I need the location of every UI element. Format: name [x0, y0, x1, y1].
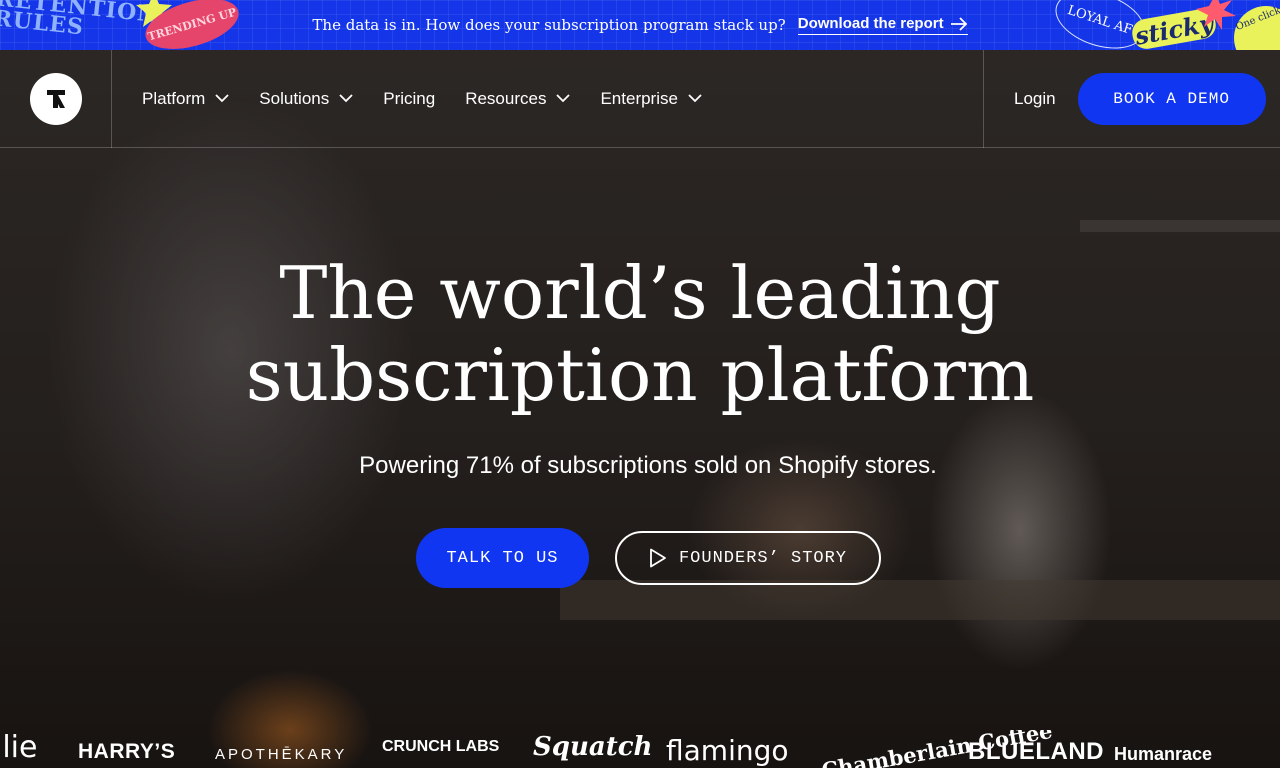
chevron-down-icon: [688, 94, 702, 103]
talk-to-us-button[interactable]: TALK TO US: [416, 528, 589, 588]
founders-story-label: FOUNDERS’ STORY: [678, 548, 848, 568]
arrow-right-icon: [950, 16, 967, 31]
play-icon: [650, 548, 666, 568]
brand-logo-apothekary: APOTHĒKARY: [215, 746, 348, 763]
nav-item-resources[interactable]: Resources: [465, 88, 571, 109]
recharge-logo-icon: [46, 89, 65, 108]
nav-item-label: Resources: [465, 88, 547, 108]
announcement-banner: RETENTION RULES TRENDING UP The data is …: [0, 0, 1280, 50]
nav-item-label: Enterprise: [600, 88, 678, 108]
brand-logo-humanrace: Humanrace: [1114, 744, 1213, 764]
nav-item-platform[interactable]: Platform: [142, 89, 229, 109]
brand-logo-harrys: HARRY’S: [78, 740, 176, 763]
nav-item-solutions[interactable]: Solutions: [259, 89, 353, 109]
brand-logo-crunch-labs: CRUNCH LABS: [382, 738, 500, 755]
login-link[interactable]: Login: [1014, 89, 1056, 109]
main-nav: Platform Solutions Pricing Resources Ent…: [0, 49, 1280, 148]
hero-subheadline: Powering 71% of subscriptions sold on Sh…: [359, 452, 937, 479]
nav-menu: Platform Solutions Pricing Resources Ent…: [142, 89, 732, 109]
brand-logo-blueland: BLUELAND: [968, 738, 1104, 765]
hero-headline: The world’s leading subscription platfor…: [0, 252, 1280, 416]
banner-message: The data is in. How does your subscripti…: [312, 16, 786, 34]
nav-item-label: Solutions: [259, 88, 330, 108]
retention-rules-sticker: RETENTION RULES: [0, 0, 160, 41]
download-report-label: Download the report: [797, 15, 944, 32]
brand-logo-flamingo: flamingo: [666, 734, 789, 767]
nav-item-enterprise[interactable]: Enterprise: [600, 88, 702, 109]
headline-line-1: The world’s leading: [279, 251, 1001, 335]
chevron-down-icon: [556, 94, 571, 103]
brand-logo-ollie: llie: [0, 730, 38, 765]
chevron-down-icon: [215, 94, 229, 103]
founders-story-button[interactable]: FOUNDERS’ STORY: [615, 531, 881, 585]
book-demo-button[interactable]: BOOK A DEMO: [1077, 73, 1266, 125]
headline-line-2: subscription platform: [245, 333, 1035, 417]
download-report-link[interactable]: Download the report: [797, 15, 968, 35]
chevron-down-icon: [339, 94, 353, 103]
nav-item-label: Pricing: [383, 88, 436, 108]
hero-cta-group: TALK TO US FOUNDERS’ STORY: [416, 528, 881, 588]
recharge-logo[interactable]: [29, 72, 82, 125]
burst-sticker-icon: [1196, 0, 1236, 30]
nav-item-pricing[interactable]: Pricing: [383, 89, 435, 109]
brand-logo-strip: llie HARRY’S APOTHĒKARY CRUNCH LABS Squa…: [0, 730, 1280, 768]
nav-item-label: Platform: [142, 88, 206, 108]
brand-logo-squatch: Squatch: [533, 732, 653, 762]
nav-actions: Login BOOK A DEMO: [983, 50, 1280, 148]
logo-cell: [0, 49, 112, 148]
